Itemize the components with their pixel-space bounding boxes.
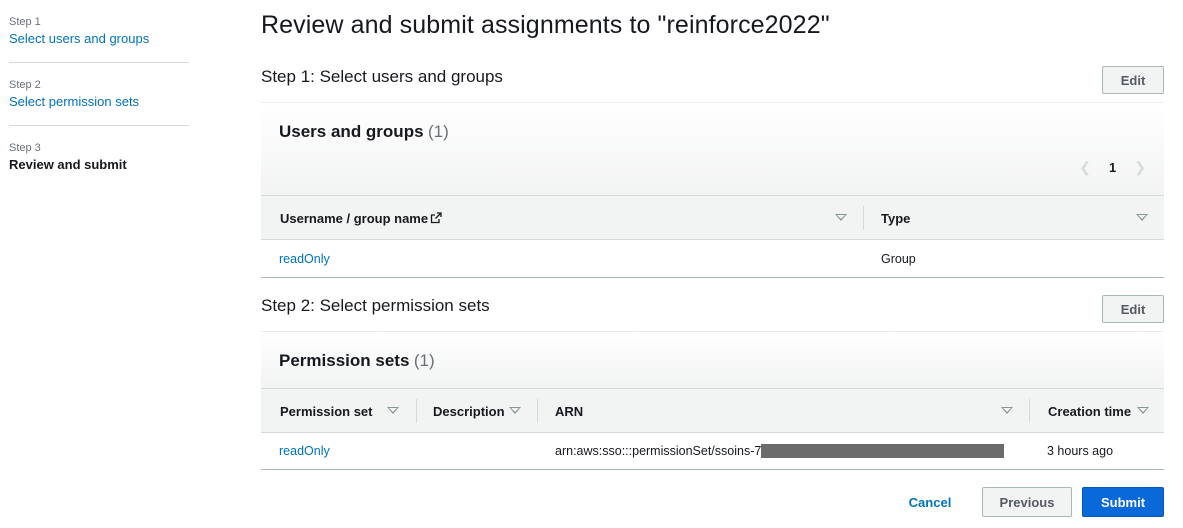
user-group-link[interactable]: readOnly [279, 252, 330, 266]
external-link-icon [430, 212, 442, 224]
step2-edit-button[interactable]: Edit [1102, 295, 1164, 323]
table-header: Username / group name Type [261, 195, 1164, 240]
wizard-steps-nav: Step 1 Select users and groups Step 2 Se… [9, 0, 189, 189]
table-header: Permission set Description ARN Creation … [261, 388, 1164, 433]
column-divider [863, 206, 864, 230]
table-row: readOnly arn:aws:sso:::permissionSet/sso… [261, 433, 1164, 470]
pagination: ❮ 1 ❯ [1079, 159, 1146, 176]
submit-button[interactable]: Submit [1082, 487, 1164, 517]
step-number: Step 1 [9, 16, 41, 28]
step-number: Step 3 [9, 142, 41, 154]
step1-heading: Step 1: Select users and groups [261, 67, 503, 86]
step1-edit-button[interactable]: Edit [1102, 66, 1164, 94]
column-divider [1029, 399, 1030, 423]
sort-caret-icon[interactable] [387, 407, 399, 414]
sort-caret-icon[interactable] [1001, 407, 1013, 414]
users-groups-title: Users and groups (1) [279, 122, 449, 141]
wizard-step-2: Step 2 Select permission sets [9, 63, 189, 126]
users-groups-count: (1) [428, 122, 449, 141]
type-cell: Group [881, 252, 916, 266]
users-groups-panel: Users and groups (1) ❮ 1 ❯ Username / gr… [261, 102, 1164, 278]
table-row: readOnly Group [261, 241, 1164, 278]
column-header-username[interactable]: Username / group name [280, 196, 442, 240]
column-divider [537, 399, 538, 423]
step2-header: Step 2: Select permission sets Edit [261, 295, 1164, 325]
creation-time-cell: 3 hours ago [1047, 444, 1114, 458]
sort-caret-icon[interactable] [835, 214, 847, 221]
column-header-type[interactable]: Type [881, 196, 910, 240]
step2-heading: Step 2: Select permission sets [261, 296, 490, 315]
step-number: Step 2 [9, 79, 41, 91]
column-header-creation-time[interactable]: Creation time [1048, 389, 1131, 433]
page-number[interactable]: 1 [1109, 160, 1116, 175]
step-link-select-permission-sets[interactable]: Select permission sets [9, 92, 189, 112]
permission-sets-count: (1) [413, 351, 435, 370]
wizard-footer: Cancel Previous Submit [900, 487, 1164, 517]
page-title: Review and submit assignments to "reinfo… [261, 11, 830, 39]
column-divider [416, 399, 417, 423]
column-header-description[interactable]: Description [433, 389, 505, 433]
wizard-step-3: Step 3 Review and submit [9, 126, 189, 189]
permission-sets-title: Permission sets (1) [279, 351, 435, 370]
permission-set-link[interactable]: readOnly [279, 444, 330, 458]
previous-button[interactable]: Previous [982, 487, 1072, 517]
chevron-left-icon[interactable]: ❮ [1079, 159, 1091, 176]
cancel-button[interactable]: Cancel [900, 487, 960, 517]
step-link-select-users[interactable]: Select users and groups [9, 29, 189, 49]
permission-sets-panel: Permission sets (1) Permission set Descr… [261, 331, 1164, 470]
chevron-right-icon[interactable]: ❯ [1134, 159, 1146, 176]
step1-header: Step 1: Select users and groups Edit [261, 66, 1164, 96]
column-header-arn[interactable]: ARN [555, 389, 583, 433]
sort-caret-icon[interactable] [509, 407, 521, 414]
arn-cell: arn:aws:sso:::permissionSet/ssoins-7 [555, 444, 762, 458]
redacted-block [761, 444, 1005, 458]
step-current-review: Review and submit [9, 157, 127, 172]
sort-caret-icon[interactable] [1136, 214, 1148, 221]
wizard-step-1: Step 1 Select users and groups [9, 0, 189, 63]
sort-caret-icon[interactable] [1137, 407, 1149, 414]
column-header-permission-set[interactable]: Permission set [280, 389, 373, 433]
